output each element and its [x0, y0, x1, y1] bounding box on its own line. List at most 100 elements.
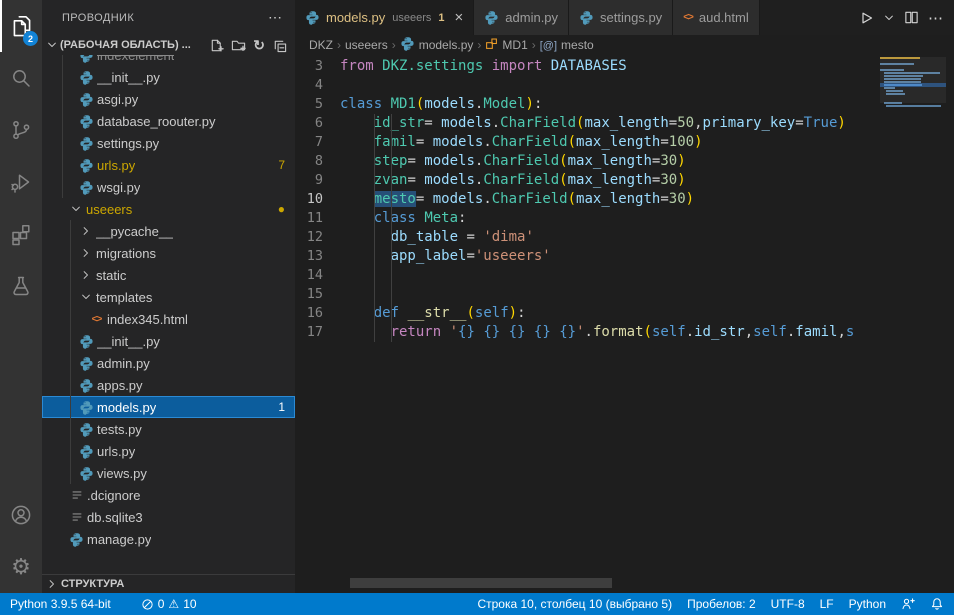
tree-item-apps.py[interactable]: apps.py	[42, 374, 295, 396]
tree-item-views.py[interactable]: views.py	[42, 462, 295, 484]
tree-item-migrations[interactable]: migrations	[42, 242, 295, 264]
code-editor[interactable]: 3from DKZ.settings import DATABASES45cla…	[295, 55, 880, 578]
line-number: 11	[295, 209, 340, 228]
workspace-section-header[interactable]: (РАБОЧАЯ ОБЛАСТЬ) ... ↻	[42, 35, 295, 55]
outline-section-header[interactable]: СТРУКТУРА	[42, 574, 295, 593]
new-file-icon[interactable]	[209, 38, 224, 53]
python-file-icon	[78, 55, 95, 63]
tree-item-label: manage.py	[87, 532, 151, 547]
status-language-mode[interactable]: Python	[849, 597, 886, 611]
tree-item-static[interactable]: static	[42, 264, 295, 286]
line-content: db_table = 'dima'	[340, 228, 534, 247]
code-line-12[interactable]: 12 db_table = 'dima'	[295, 228, 880, 247]
activity-settings[interactable]: ⚙	[0, 541, 42, 593]
breadcrumb-DKZ[interactable]: DKZ	[309, 38, 333, 52]
feedback-icon	[901, 597, 915, 611]
code-line-13[interactable]: 13 app_label='useeers'	[295, 247, 880, 266]
tree-item-tests.py[interactable]: tests.py	[42, 418, 295, 440]
breadcrumb-MD1[interactable]: MD1	[485, 37, 527, 53]
python-file-icon	[78, 422, 95, 437]
minimap-slider[interactable]	[880, 57, 946, 103]
tree-item-urls.py[interactable]: urls.py7	[42, 154, 295, 176]
code-line-10[interactable]: 10 mesto= models.CharField(max_length=30…	[295, 190, 880, 209]
python-file-icon	[78, 180, 95, 195]
python-file-icon	[78, 70, 95, 85]
python-file-icon	[78, 114, 95, 129]
breadcrumb-models.py[interactable]: models.py	[400, 36, 474, 54]
activity-search[interactable]	[0, 52, 42, 104]
activity-account[interactable]	[0, 489, 42, 541]
refresh-icon[interactable]: ↻	[253, 38, 265, 52]
tree-item-label: models.py	[97, 400, 156, 415]
more-actions-icon[interactable]: ⋯	[928, 9, 944, 27]
code-line-5[interactable]: 5class MD1(models.Model):	[295, 95, 880, 114]
tree-item-templates[interactable]: templates	[42, 286, 295, 308]
run-icon[interactable]	[858, 10, 874, 26]
activity-run-debug[interactable]	[0, 156, 42, 208]
tree-item-database_roouter.py[interactable]: database_roouter.py	[42, 110, 295, 132]
code-line-4[interactable]: 4	[295, 76, 880, 95]
tree-item-index345.html[interactable]: <>index345.html	[42, 308, 295, 330]
code-line-14[interactable]: 14	[295, 266, 880, 285]
code-line-9[interactable]: 9 zvan= models.CharField(max_length=30)	[295, 171, 880, 190]
tab-models.py[interactable]: models.pyuseeers1×	[295, 0, 474, 35]
minimap[interactable]	[880, 57, 946, 577]
split-editor-icon[interactable]	[904, 10, 919, 25]
status-notifications[interactable]	[930, 597, 944, 611]
tab-admin.py[interactable]: admin.py	[474, 0, 569, 35]
status-python-interpreter[interactable]: Python 3.9.5 64-bit	[10, 597, 111, 611]
status-encoding[interactable]: UTF-8	[771, 597, 805, 611]
python-file-icon	[78, 444, 95, 459]
explorer-more-actions-icon[interactable]: ⋯	[268, 9, 283, 26]
tree-item-.dcignore[interactable]: .dcignore	[42, 484, 295, 506]
code-line-11[interactable]: 11 class Meta:	[295, 209, 880, 228]
code-line-7[interactable]: 7 famil= models.CharField(max_length=100…	[295, 133, 880, 152]
breadcrumb-mesto[interactable]: [@]mesto	[540, 38, 594, 52]
tree-item-label: .dcignore	[87, 488, 140, 503]
tab-settings.py[interactable]: settings.py	[569, 0, 673, 35]
breadcrumb-useeers[interactable]: useeers	[345, 38, 388, 52]
tree-item-label: static	[96, 268, 126, 283]
tree-item-manage.py[interactable]: manage.py	[42, 528, 295, 550]
status-cursor-position[interactable]: Строка 10, столбец 10 (выбрано 5)	[477, 597, 672, 611]
tab-label: aud.html	[699, 10, 749, 25]
tree-item-__init__.py[interactable]: __init__.py	[42, 330, 295, 352]
activity-source-control[interactable]	[0, 104, 42, 156]
tab-aud.html[interactable]: <>aud.html	[673, 0, 760, 35]
python-file-icon	[78, 334, 95, 349]
tree-item-indexelement[interactable]: indexelement	[42, 55, 295, 66]
chevron-right-icon	[78, 225, 94, 237]
tree-item-wsgi.py[interactable]: wsgi.py	[42, 176, 295, 198]
tree-item-settings.py[interactable]: settings.py	[42, 132, 295, 154]
tree-item-badge: 1	[278, 400, 295, 414]
code-line-16[interactable]: 16 def __str__(self):	[295, 304, 880, 323]
run-dropdown-icon[interactable]	[883, 12, 895, 24]
horizontal-scrollbar[interactable]	[350, 578, 612, 588]
tree-item-db.sqlite3[interactable]: db.sqlite3	[42, 506, 295, 528]
tree-item-__init__.py[interactable]: __init__.py	[42, 66, 295, 88]
minimap-line	[886, 105, 941, 107]
tree-item-admin.py[interactable]: admin.py	[42, 352, 295, 374]
status-problems[interactable]: 0⚠10	[141, 597, 197, 611]
code-line-15[interactable]: 15	[295, 285, 880, 304]
tree-item-models.py[interactable]: models.py 1	[42, 396, 295, 418]
new-folder-icon[interactable]	[231, 38, 246, 53]
code-line-8[interactable]: 8 step= models.CharField(max_length=30)	[295, 152, 880, 171]
close-icon[interactable]: ×	[455, 10, 464, 25]
tree-item-__pycache__[interactable]: __pycache__	[42, 220, 295, 242]
collapse-all-icon[interactable]	[272, 38, 287, 53]
tree-item-useeers[interactable]: useeers●	[42, 198, 295, 220]
activity-explorer[interactable]: 2	[0, 0, 42, 52]
code-line-17[interactable]: 17 return '{} {} {} {} {}'.format(self.i…	[295, 323, 880, 342]
status-eol[interactable]: LF	[820, 597, 834, 611]
status-indentation[interactable]: Пробелов: 2	[687, 597, 756, 611]
tree-item-label: __init__.py	[97, 334, 160, 349]
tree-item-urls.py[interactable]: urls.py	[42, 440, 295, 462]
tree-item-asgi.py[interactable]: asgi.py	[42, 88, 295, 110]
activity-testing[interactable]	[0, 260, 42, 312]
tab-label: settings.py	[600, 10, 662, 25]
code-line-3[interactable]: 3from DKZ.settings import DATABASES	[295, 57, 880, 76]
code-line-6[interactable]: 6 id_str= models.CharField(max_length=50…	[295, 114, 880, 133]
activity-extensions[interactable]	[0, 208, 42, 260]
status-feedback[interactable]	[901, 597, 915, 611]
